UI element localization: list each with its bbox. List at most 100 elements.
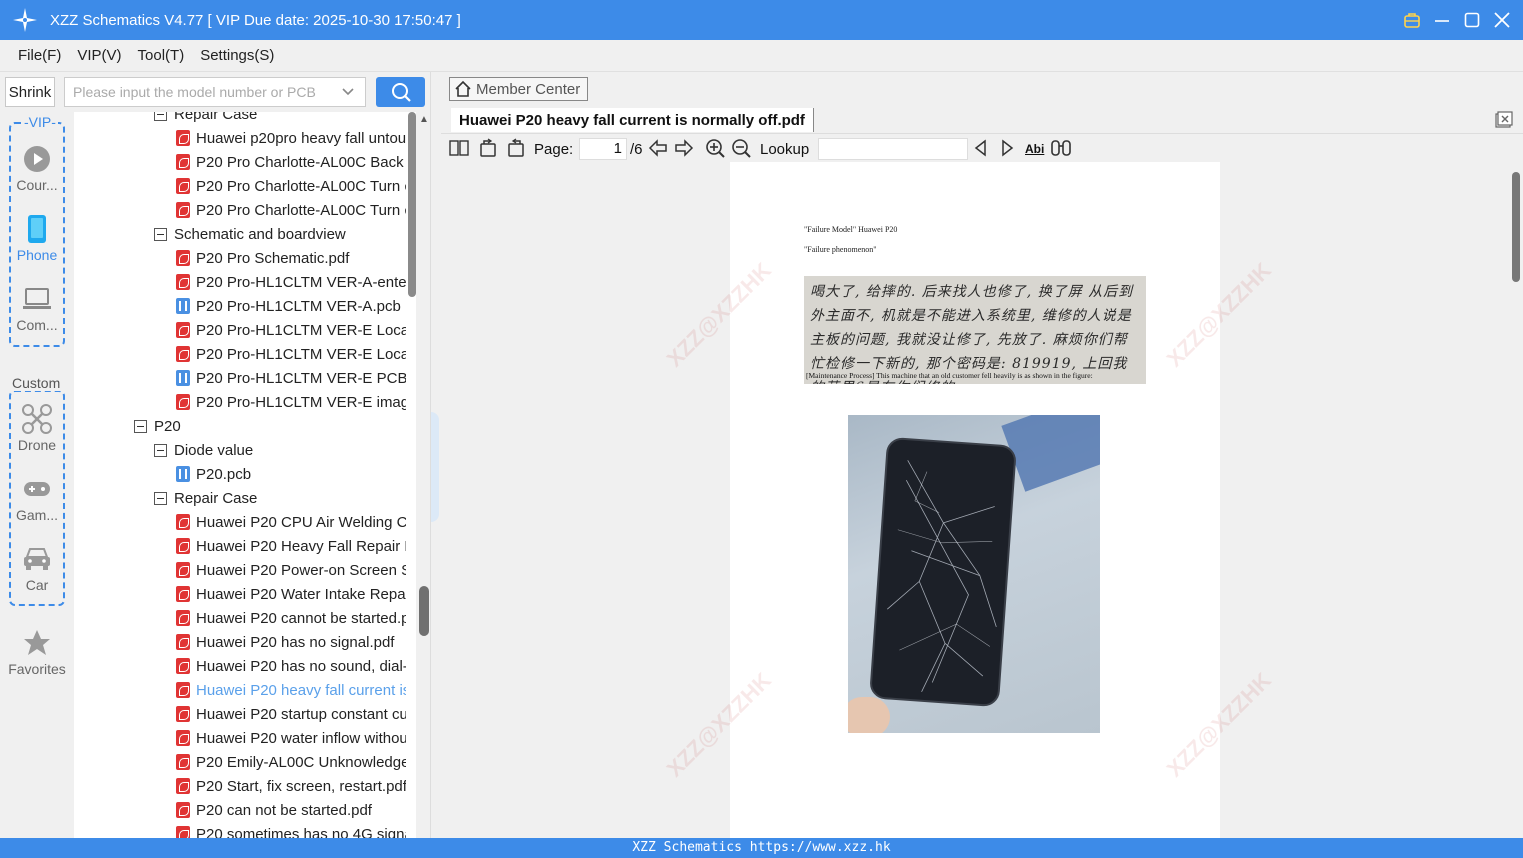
collapse-icon[interactable] (154, 112, 167, 121)
tree-file[interactable]: Huawei P20 Water Intake Repai (176, 582, 406, 606)
tree-file[interactable]: P20 Pro Charlotte-AL00C Back c (176, 150, 406, 174)
shrink-button[interactable]: Shrink (5, 77, 55, 107)
nav-favorites[interactable]: Favorites (4, 628, 70, 677)
tree-scrollbar[interactable] (408, 112, 416, 297)
nav-game[interactable]: Gam... (9, 474, 65, 523)
pane-splitter[interactable] (430, 72, 440, 838)
rotate-right-icon[interactable] (505, 138, 525, 160)
tree-file[interactable]: Huawei P20 CPU Air Welding Ca (176, 510, 406, 534)
tree-scroll-up-icon[interactable]: ▲ (419, 114, 429, 125)
tree-folder[interactable]: Schematic and boardview (154, 222, 406, 246)
tree-file[interactable]: Huawei P20 has no signal.pdf (176, 630, 406, 654)
tree-file[interactable]: P20 Pro-HL1CLTM VER-A-enter (176, 270, 406, 294)
member-center-button[interactable]: Member Center (449, 77, 588, 101)
tree-file[interactable]: P20 Pro-HL1CLTM VER-E Locati (176, 342, 406, 366)
rotate-left-icon[interactable] (479, 138, 499, 160)
tree-file[interactable]: Huawei P20 cannot be started.p (176, 606, 406, 630)
tree-file[interactable]: P20 Pro-HL1CLTM VER-E Locati (176, 318, 406, 342)
nav-course[interactable]: Cour... (9, 144, 65, 193)
viewer-scrollbar[interactable] (1510, 162, 1523, 838)
doc-failure-model: "Failure Model" Huawei P20 (804, 225, 898, 234)
next-page-icon[interactable] (674, 138, 694, 160)
splitter-handle[interactable] (431, 412, 439, 522)
nav-favorites-label: Favorites (8, 661, 66, 677)
tree-item-label: P20 Start, fix screen, restart.pdf (196, 777, 406, 795)
menu-tool[interactable]: Tool(T) (138, 47, 185, 64)
tree-item-label: Huawei P20 water inflow withou (196, 729, 406, 747)
nav-car[interactable]: Car (9, 544, 65, 593)
menu-settings[interactable]: Settings(S) (200, 47, 274, 64)
nav-phone[interactable]: Phone (9, 214, 65, 263)
tree-file[interactable]: P20 Start, fix screen, restart.pdf (176, 774, 406, 798)
tree-folder[interactable]: P20 (134, 414, 406, 438)
menu-vip[interactable]: VIP(V) (77, 47, 121, 64)
tree-file[interactable]: P20 Pro-HL1CLTM VER-A.pcb (176, 294, 406, 318)
tree-file[interactable]: Huawei P20 startup constant cu (176, 702, 406, 726)
model-search-input[interactable]: Please input the model number or PCB (64, 77, 366, 107)
tree-file[interactable]: P20 Pro Schematic.pdf (176, 246, 406, 270)
tree-file[interactable]: P20 sometimes has no 4G signa (176, 822, 406, 838)
tree-scrollbar-secondary[interactable] (419, 586, 429, 636)
tree-file[interactable]: P20 Pro Charlotte-AL00C Turn c (176, 174, 406, 198)
nav-drone-label: Drone (17, 437, 57, 453)
pdf-file-icon (176, 682, 190, 698)
pdf-canvas[interactable]: "Failure Model" Huawei P20 "Failure phen… (441, 162, 1509, 838)
tree-item-label: P20 Pro-HL1CLTM VER-E Locati (196, 345, 406, 363)
nav-computer[interactable]: Com... (9, 284, 65, 333)
tree-folder[interactable]: Diode value (154, 438, 406, 462)
nav-drone[interactable]: Drone (9, 404, 65, 453)
tree-item-label: Huawei P20 Water Intake Repai (196, 585, 406, 603)
prev-page-icon[interactable] (648, 138, 668, 160)
tree-folder[interactable]: Repair Case (154, 112, 406, 126)
pcb-file-icon (176, 466, 190, 482)
vip-bag-icon[interactable] (1401, 9, 1423, 31)
pdf-file-icon (176, 394, 190, 410)
maximize-icon[interactable] (1461, 9, 1483, 31)
search-button[interactable] (376, 77, 425, 107)
find-next-icon[interactable] (999, 138, 1015, 160)
page-number-input[interactable]: 1 (579, 138, 627, 160)
tree-file[interactable]: Huawei p20pro heavy fall untouc (176, 126, 406, 150)
tree-folder[interactable]: Repair Case (154, 486, 406, 510)
zoom-out-icon[interactable] (731, 138, 751, 160)
pdf-file-icon (176, 202, 190, 218)
tree-file[interactable]: Huawei P20 has no sound, dial- (176, 654, 406, 678)
tree-file[interactable]: P20 Emily-AL00C Unknowledge (176, 750, 406, 774)
chevron-down-icon[interactable] (341, 86, 355, 98)
two-page-icon[interactable] (449, 138, 469, 160)
tree-file[interactable]: P20 can not be started.pdf (176, 798, 406, 822)
lookup-input[interactable] (818, 138, 968, 160)
collapse-icon[interactable] (154, 227, 167, 241)
tree-file[interactable]: P20 Pro Charlotte-AL00C Turn c (176, 198, 406, 222)
nav-game-label: Gam... (15, 507, 58, 523)
binoculars-icon[interactable] (1050, 138, 1072, 160)
viewer-scrollbar-thumb[interactable] (1512, 172, 1520, 282)
tree-file[interactable]: Huawei P20 water inflow withou (176, 726, 406, 750)
zoom-in-icon[interactable] (705, 138, 725, 160)
close-tab-icon[interactable] (1495, 111, 1513, 129)
tree-file[interactable]: Huawei P20 Heavy Fall Repair N (176, 534, 406, 558)
collapse-icon[interactable] (134, 419, 147, 433)
drone-icon (22, 404, 52, 434)
minimize-icon[interactable] (1431, 9, 1453, 31)
collapse-icon[interactable] (154, 443, 167, 457)
tree-item-label: Huawei P20 has no signal.pdf (196, 633, 395, 651)
tree-file[interactable]: P20 Pro-HL1CLTM VER-E PCB la (176, 366, 406, 390)
tree-file[interactable]: Huawei P20 heavy fall current is (176, 678, 406, 702)
pcb-file-icon (176, 298, 190, 314)
document-tab[interactable]: Huawei P20 heavy fall current is normall… (451, 108, 814, 132)
collapse-icon[interactable] (154, 491, 167, 505)
tree-file[interactable]: P20.pcb (176, 462, 406, 486)
close-icon[interactable] (1491, 9, 1513, 31)
pdf-page: "Failure Model" Huawei P20 "Failure phen… (730, 162, 1220, 838)
find-prev-icon[interactable] (973, 138, 989, 160)
tree-file[interactable]: Huawei P20 Power-on Screen S (176, 558, 406, 582)
screen-cracks (887, 460, 997, 692)
nav-computer-label: Com... (16, 317, 58, 333)
tree-file[interactable]: P20 Pro-HL1CLTM VER-E image (176, 390, 406, 414)
match-case-toggle[interactable]: Abi (1025, 138, 1044, 160)
pdf-file-icon (176, 274, 190, 290)
pdf-file-icon (176, 634, 190, 650)
broken-phone-photo (848, 415, 1100, 733)
menu-file[interactable]: File(F) (18, 47, 61, 64)
